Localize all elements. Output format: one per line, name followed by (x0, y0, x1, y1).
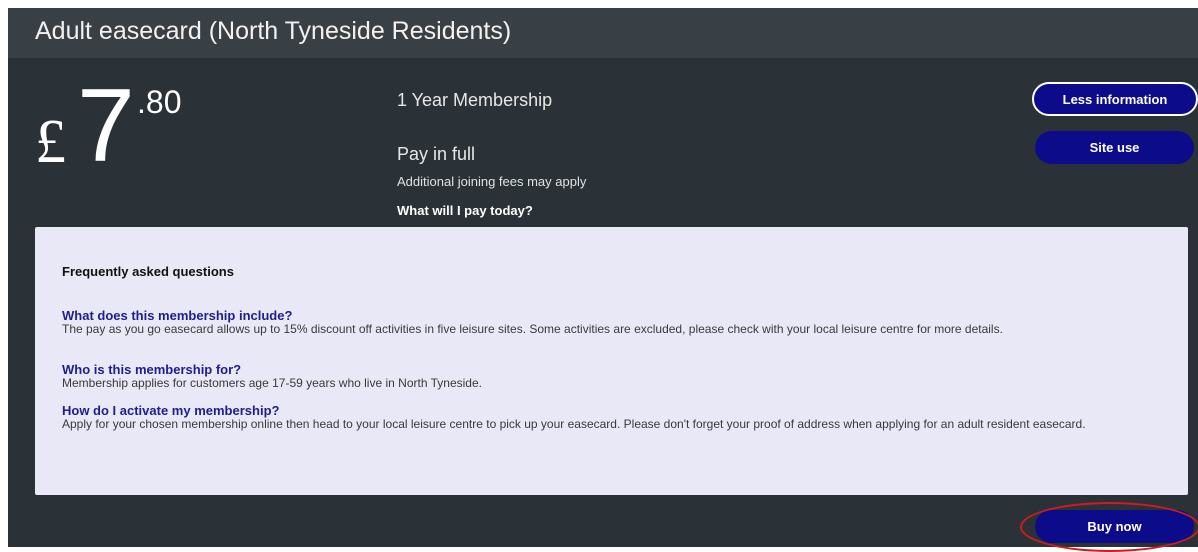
price-currency: £ (35, 108, 66, 176)
faq-item: How do I activate my membership? Apply f… (62, 404, 1167, 431)
price-cents: .80 (137, 84, 182, 120)
faq-answer: The pay as you go easecard allows up to … (62, 322, 1003, 336)
fees-note: Additional joining fees may apply (397, 174, 587, 189)
faq-item: What does this membership include? The p… (62, 309, 1167, 336)
card-header: Adult easecard (North Tyneside Residents… (8, 8, 1198, 58)
pay-mode: Pay in full (397, 144, 476, 164)
faq-item: Who is this membership for? Membership a… (62, 363, 1167, 390)
faq-answer: Apply for your chosen membership online … (62, 417, 1086, 431)
buy-now-button[interactable]: Buy now (1035, 510, 1194, 543)
faq-answer: Membership applies for customers age 17-… (62, 376, 482, 390)
faq-question: Who is this membership for? (62, 362, 242, 377)
faq-panel: Frequently asked questions What does thi… (35, 227, 1188, 495)
price-whole: 7 (77, 68, 135, 184)
less-information-button[interactable]: Less information (1032, 82, 1198, 116)
membership-card: Adult easecard (North Tyneside Residents… (8, 8, 1198, 552)
membership-title: Adult easecard (North Tyneside Residents… (35, 17, 512, 45)
faq-question: What does this membership include? (62, 308, 293, 323)
pay-today-link[interactable]: What will I pay today? (397, 203, 533, 218)
plan-name: 1 Year Membership (397, 90, 553, 110)
faq-question: How do I activate my membership? (62, 403, 280, 418)
faq-heading: Frequently asked questions (62, 264, 234, 279)
site-use-button[interactable]: Site use (1035, 131, 1194, 164)
